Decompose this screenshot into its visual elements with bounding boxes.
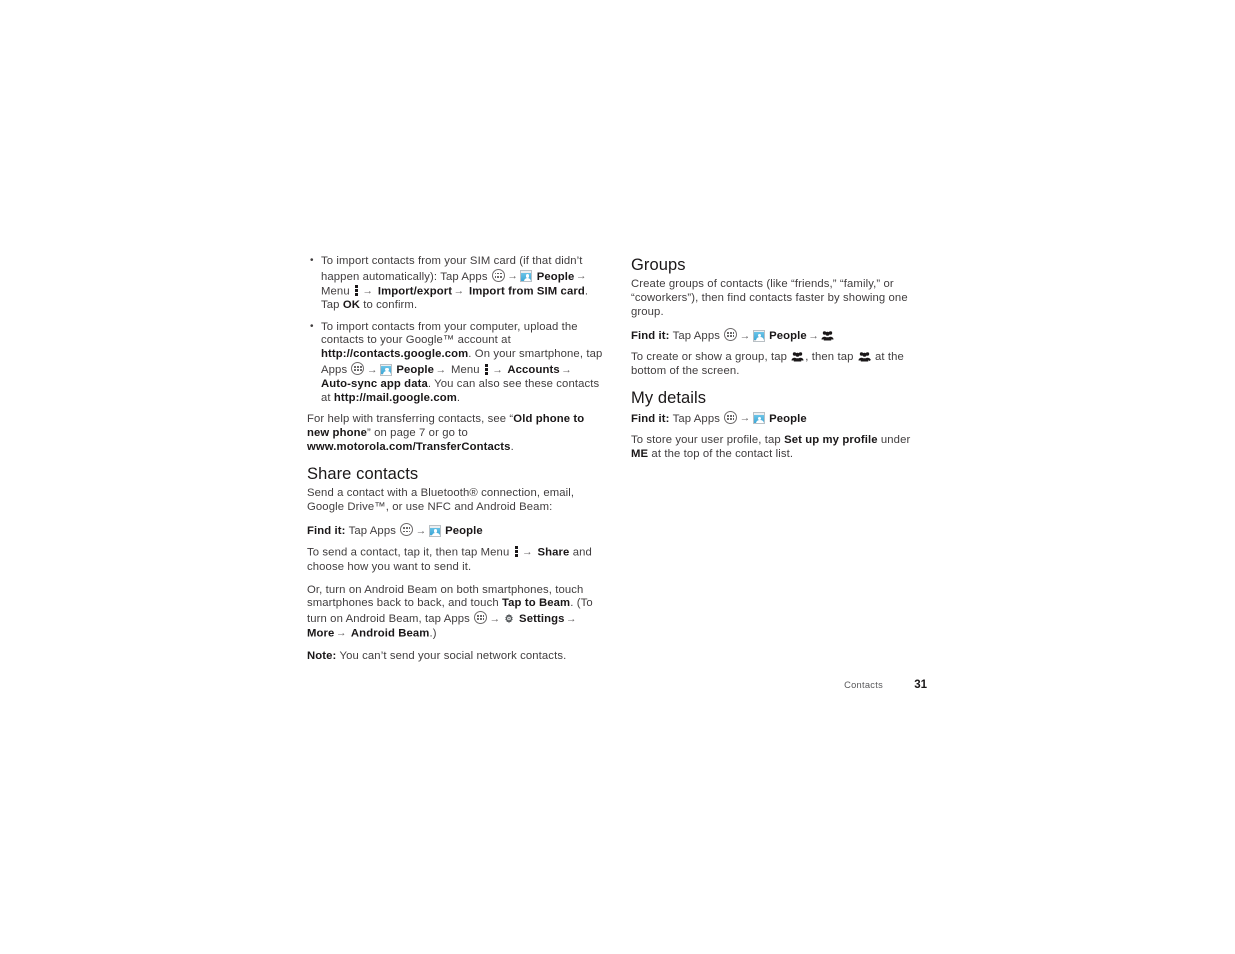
apps-grid-icon: [474, 611, 488, 625]
emphasis-text: Find it:: [631, 412, 670, 425]
emphasis-text: People: [765, 412, 807, 425]
transfer-help-paragraph: For help with transferring contacts, see…: [307, 413, 585, 454]
share-contacts-intro: Send a contact with a Bluetooth® connect…: [307, 486, 575, 513]
emphasis-text: People: [441, 525, 483, 538]
settings-gear-icon: [503, 613, 515, 625]
groups-find-it: Find it: Tap Apps → People →: [631, 328, 927, 344]
emphasis-text: People: [533, 270, 575, 283]
emphasis-text: ME: [631, 447, 649, 460]
right-column: Groups Create groups of contacts (like “…: [631, 255, 927, 471]
emphasis-text: People: [393, 364, 435, 377]
footer-chapter-label: Contacts: [844, 680, 883, 690]
arrow-separator-icon: →: [492, 363, 504, 376]
arrow-separator-icon: →: [453, 284, 465, 297]
arrow-separator-icon: →: [566, 612, 577, 625]
emphasis-text: OK: [342, 298, 360, 311]
page-footer: Contacts 31: [631, 679, 927, 696]
emphasis-text: Accounts: [504, 364, 560, 377]
people-app-icon: [752, 329, 765, 342]
people-app-icon: [520, 270, 533, 283]
emphasis-text: More: [307, 627, 335, 640]
emphasis-text: Find it:: [307, 525, 346, 538]
apps-grid-icon: [351, 362, 365, 376]
arrow-separator-icon: →: [335, 626, 347, 639]
groups-create-paragraph: To create or show a group, tap , then ta…: [631, 351, 904, 378]
emphasis-text: Share: [534, 546, 570, 559]
arrow-separator-icon: →: [522, 546, 533, 559]
list-item: To import contacts from your computer, u…: [307, 320, 603, 406]
share-contacts-heading: Share contacts: [307, 464, 419, 483]
contact-group-add-icon: [858, 351, 871, 362]
people-app-icon: [752, 412, 765, 425]
footer-page-number: 31: [914, 679, 927, 691]
arrow-separator-icon: →: [739, 412, 751, 425]
apps-grid-icon: [491, 268, 505, 282]
arrow-separator-icon: →: [489, 612, 501, 625]
groups-heading: Groups: [631, 256, 686, 274]
emphasis-text: Auto-sync app data: [321, 377, 428, 390]
manual-page: To import contacts from your SIM card (i…: [0, 0, 1235, 954]
share-contacts-note: Note: You can’t send your social network…: [307, 650, 567, 663]
emphasis-text: Note:: [307, 650, 337, 663]
arrow-separator-icon: →: [561, 363, 572, 376]
my-details-find-it: Find it: Tap Apps → People: [631, 410, 807, 425]
arrow-separator-icon: →: [808, 329, 819, 342]
contact-group-icon: [821, 330, 834, 341]
send-contact-paragraph: To send a contact, tap it, then tap Menu…: [307, 546, 592, 573]
arrow-separator-icon: →: [575, 270, 587, 283]
people-app-icon: [380, 363, 393, 376]
arrow-separator-icon: →: [366, 363, 378, 376]
emphasis-text: Settings: [515, 613, 565, 626]
left-column: To import contacts from your SIM card (i…: [307, 254, 603, 673]
emphasis-text: Android Beam: [348, 627, 430, 640]
arrow-separator-icon: →: [507, 270, 518, 283]
emphasis-text: Find it:: [631, 330, 670, 343]
arrow-separator-icon: →: [362, 284, 374, 297]
emphasis-text: www.motorola.com/TransferContacts: [307, 441, 511, 454]
apps-grid-icon: [400, 523, 414, 537]
emphasis-text: http://contacts.google.com: [321, 348, 469, 361]
arrow-separator-icon: →: [739, 329, 751, 342]
people-app-icon: [428, 524, 441, 537]
menu-vertical-dots-icon: [355, 284, 359, 296]
arrow-separator-icon: →: [415, 524, 427, 537]
contact-group-icon: [791, 351, 804, 362]
list-item: To import contacts from your SIM card (i…: [307, 254, 603, 313]
my-details-heading: My details: [631, 388, 707, 407]
import-contacts-bullet-list: To import contacts from your SIM card (i…: [307, 254, 603, 406]
share-contacts-find-it: Find it: Tap Apps → People: [307, 523, 483, 538]
emphasis-text: Set up my profile: [784, 433, 878, 446]
apps-grid-icon: [724, 328, 738, 342]
emphasis-text: People: [765, 330, 807, 343]
emphasis-text: Import/export: [374, 285, 453, 298]
menu-vertical-dots-icon: [515, 546, 519, 558]
arrow-separator-icon: →: [435, 363, 447, 376]
apps-grid-icon: [724, 410, 738, 424]
android-beam-paragraph: Or, turn on Android Beam on both smartph…: [307, 583, 593, 640]
groups-intro: Create groups of contacts (like “friends…: [631, 278, 908, 318]
emphasis-text: Import from SIM card: [465, 285, 585, 298]
emphasis-text: Tap to Beam: [501, 597, 571, 610]
emphasis-text: http://mail.google.com: [333, 391, 457, 404]
my-details-store-paragraph: To store your user profile, tap Set up m…: [631, 433, 911, 460]
menu-vertical-dots-icon: [485, 363, 489, 375]
emphasis-text: Old phone to new phone: [307, 413, 585, 440]
